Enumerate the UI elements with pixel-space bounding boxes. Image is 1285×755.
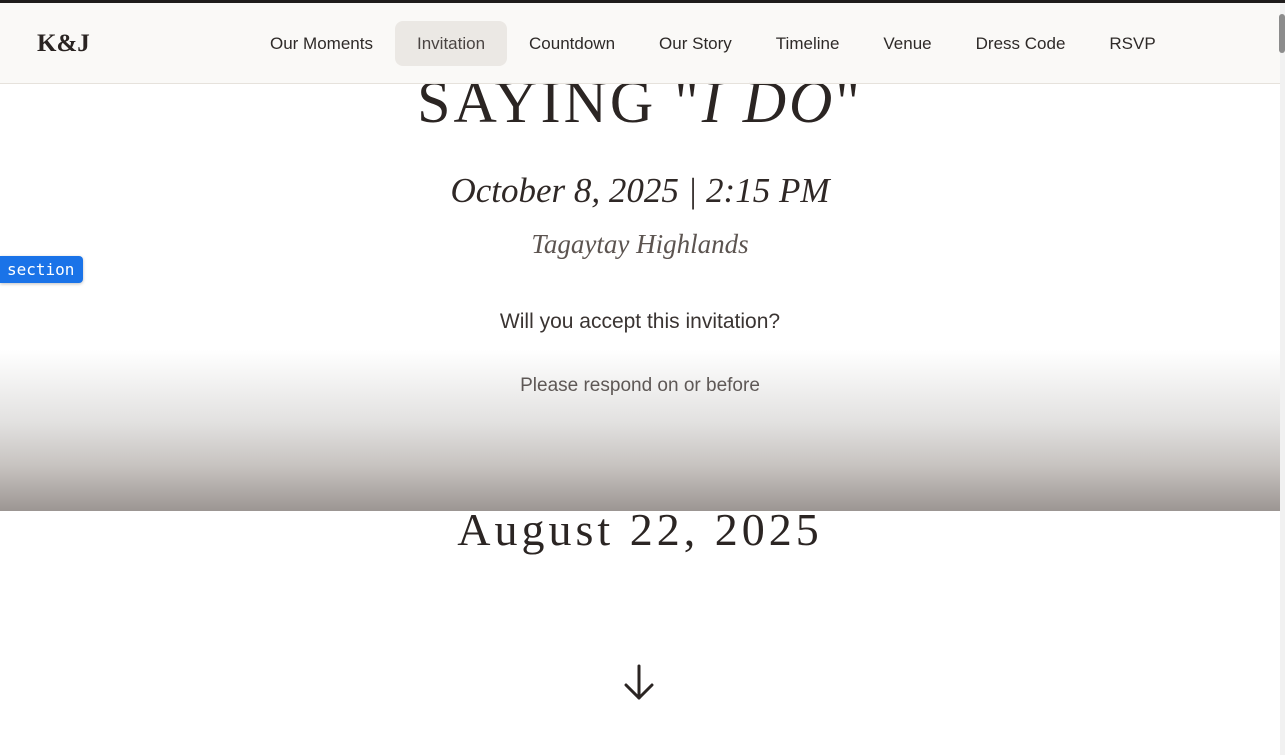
page-scrollbar-track[interactable] bbox=[1280, 3, 1285, 755]
nav-item-venue[interactable]: Venue bbox=[861, 21, 953, 66]
event-date-time: October 8, 2025 | 2:15 PM bbox=[450, 171, 830, 210]
arrow-down-icon-svg bbox=[624, 664, 654, 700]
nav-item-rsvp[interactable]: RSVP bbox=[1087, 21, 1177, 66]
arrow-down-icon[interactable] bbox=[622, 664, 656, 702]
nav-item-our-moments[interactable]: Our Moments bbox=[248, 21, 395, 66]
nav-item-invitation[interactable]: Invitation bbox=[394, 21, 508, 66]
nav-item-timeline[interactable]: Timeline bbox=[754, 21, 862, 66]
section-overlay-tag: section bbox=[0, 256, 84, 283]
nav-item-countdown[interactable]: Countdown bbox=[507, 21, 637, 66]
respond-by-label: Please respond on or before bbox=[520, 375, 760, 396]
invitation-page: SAYING "I DO" October 8, 2025 | 2:15 PM … bbox=[0, 0, 1285, 755]
page-scrollbar-thumb[interactable] bbox=[1279, 14, 1285, 53]
nav-item-our-story[interactable]: Our Story bbox=[637, 21, 754, 66]
rsvp-deadline-date: August 22, 2025 bbox=[457, 504, 823, 555]
brand-monogram-logo[interactable]: K&J bbox=[37, 30, 90, 58]
top-navigation-bar: K&J Our Moments Invitation Countdown Our… bbox=[0, 3, 1280, 84]
nav-item-dress-code[interactable]: Dress Code bbox=[954, 21, 1088, 66]
top-edge-strip bbox=[0, 0, 1285, 3]
invitation-question: Will you accept this invitation? bbox=[499, 310, 781, 333]
event-venue: Tagaytay Highlands bbox=[531, 229, 749, 259]
nav-links: Our Moments Invitation Countdown Our Sto… bbox=[248, 21, 1178, 66]
